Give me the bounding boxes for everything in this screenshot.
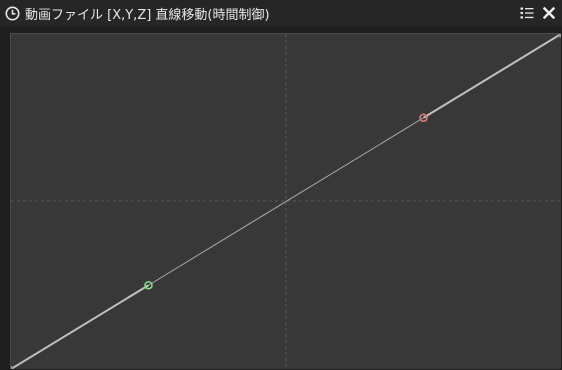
curve-graph[interactable] bbox=[11, 34, 561, 369]
window-title: 動画ファイル [X,Y,Z] 直線移動(時間制御) bbox=[25, 7, 270, 23]
curve-graph-area[interactable] bbox=[10, 33, 561, 369]
close-icon[interactable] bbox=[538, 2, 560, 24]
list-menu-icon[interactable] bbox=[516, 2, 538, 24]
clock-icon bbox=[1, 0, 23, 26]
handle-line-2 bbox=[422, 34, 561, 119]
easing-curve-window: 動画ファイル [X,Y,Z] 直線移動(時間制御) bbox=[0, 0, 562, 370]
title-buttons bbox=[516, 0, 560, 26]
handle-line-1 bbox=[11, 284, 150, 369]
title-bar: 動画ファイル [X,Y,Z] 直線移動(時間制御) bbox=[0, 0, 562, 26]
